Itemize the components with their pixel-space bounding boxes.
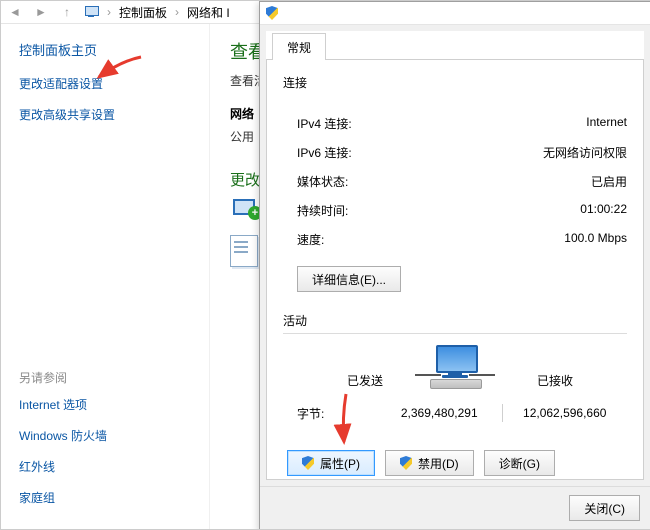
label-ipv6: IPv6 连接: <box>297 144 352 161</box>
properties-button[interactable]: 属性(P) <box>287 450 375 476</box>
shield-icon <box>400 456 412 470</box>
value-duration: 01:00:22 <box>580 202 627 219</box>
breadcrumb-network[interactable]: 网络和 I <box>187 4 230 21</box>
control-panel-sidebar: 控制面板主页 更改适配器设置 更改高级共享设置 另请参阅 Internet 选项… <box>1 24 209 530</box>
value-media: 已启用 <box>591 173 627 190</box>
breadcrumb-control-panel[interactable]: 控制面板 <box>119 4 167 21</box>
shield-icon <box>266 6 278 20</box>
value-bytes-sent: 2,369,480,291 <box>377 406 502 420</box>
value-speed: 100.0 Mbps <box>564 231 627 248</box>
properties-button-label: 属性(P) <box>320 455 360 472</box>
dash-icon <box>469 374 495 376</box>
close-button[interactable]: 关闭(C) <box>569 495 640 521</box>
label-bytes: 字节: <box>297 405 377 422</box>
shield-icon <box>302 456 314 470</box>
nav-fwd-icon: ► <box>31 3 51 21</box>
control-panel-icon <box>83 5 99 19</box>
row-ipv6: IPv6 连接: 无网络访问权限 <box>297 144 627 161</box>
sidebar-see-also-header: 另请参阅 <box>19 369 199 386</box>
row-media: 媒体状态: 已启用 <box>297 173 627 190</box>
sidebar-home[interactable]: 控制面板主页 <box>19 40 199 59</box>
value-ipv6: 无网络访问权限 <box>543 144 627 161</box>
label-ipv4: IPv4 连接: <box>297 115 352 132</box>
dialog-tabs: 常规 <box>266 31 644 60</box>
label-received: 已接收 <box>537 372 573 389</box>
label-duration: 持续时间: <box>297 202 348 219</box>
tab-general[interactable]: 常规 <box>272 33 326 60</box>
group-connection-header: 连接 <box>283 74 627 91</box>
diagnose-button[interactable]: 诊断(G) <box>484 450 555 476</box>
computer-icon <box>426 345 484 389</box>
label-sent: 已发送 <box>347 372 383 389</box>
sidebar-see-also-infrared[interactable]: 红外线 <box>19 458 199 475</box>
label-speed: 速度: <box>297 231 324 248</box>
row-bytes: 字节: 2,369,480,291 12,062,596,660 <box>297 404 627 422</box>
nav-back-icon[interactable]: ◄ <box>5 3 25 21</box>
ethernet-status-dialog: 以太网 状态 常规 连接 IPv4 连接: Internet IPv6 连接: … <box>259 1 650 530</box>
activity-visual: 已发送 已接收 <box>283 344 627 390</box>
document-icon[interactable] <box>230 235 258 267</box>
nav-up-icon[interactable]: ↑ <box>57 3 77 21</box>
dialog-titlebar: 以太网 状态 <box>260 2 650 25</box>
divider <box>283 333 627 334</box>
dialog-footer: 关闭(C) <box>260 486 650 529</box>
disable-button[interactable]: 禁用(D) <box>385 450 474 476</box>
sidebar-link-advanced-sharing[interactable]: 更改高级共享设置 <box>19 106 199 123</box>
sidebar-see-also-windows-firewall[interactable]: Windows 防火墙 <box>19 427 199 444</box>
row-duration: 持续时间: 01:00:22 <box>297 202 627 219</box>
sidebar-see-also-homegroup[interactable]: 家庭组 <box>19 489 199 506</box>
value-ipv4: Internet <box>586 115 627 132</box>
value-bytes-recv: 12,062,596,660 <box>503 406 628 420</box>
sidebar-link-adapter-settings[interactable]: 更改适配器设置 <box>19 75 199 92</box>
sidebar-see-also-internet-options[interactable]: Internet 选项 <box>19 396 199 413</box>
label-media: 媒体状态: <box>297 173 348 190</box>
group-activity-header: 活动 <box>283 312 627 329</box>
chevron-right-icon: › <box>175 5 179 19</box>
details-button[interactable]: 详细信息(E)... <box>297 266 401 292</box>
chevron-right-icon: › <box>107 5 111 19</box>
row-ipv4: IPv4 连接: Internet <box>297 115 627 132</box>
row-speed: 速度: 100.0 Mbps <box>297 231 627 248</box>
disable-button-label: 禁用(D) <box>418 455 459 472</box>
